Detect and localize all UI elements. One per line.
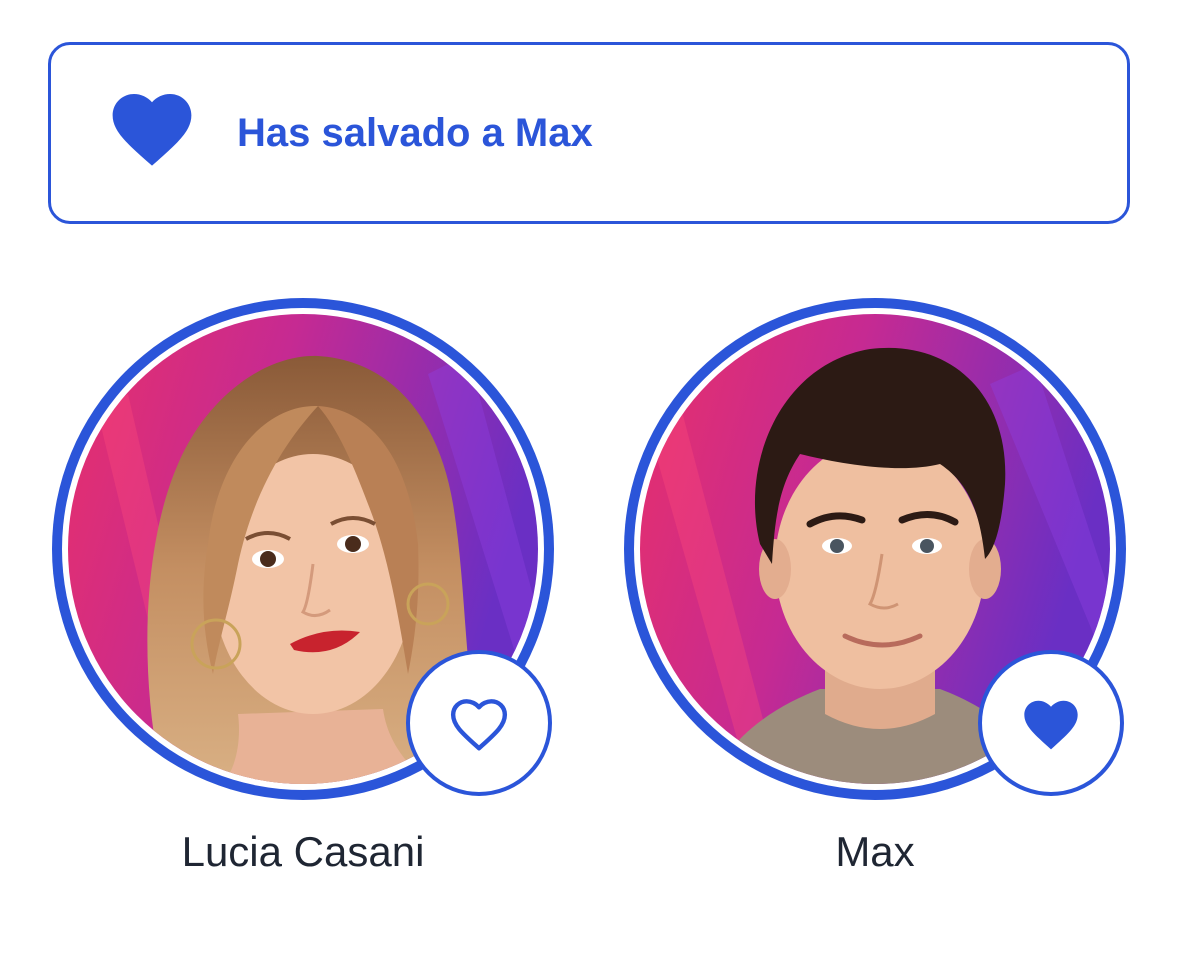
contestant-card-max[interactable]: Max	[620, 296, 1130, 896]
saved-confirmation-banner: Has salvado a Max	[48, 42, 1130, 224]
contestant-name: Max	[835, 828, 915, 875]
heart-filled-icon	[112, 94, 192, 166]
heart-filled-icon	[1024, 700, 1078, 750]
save-vote-button[interactable]	[978, 650, 1124, 796]
save-vote-button[interactable]	[406, 650, 552, 796]
heart-outline-icon	[450, 699, 508, 751]
banner-message: Has salvado a Max	[237, 111, 593, 155]
contestant-card-lucia-casani[interactable]: Lucia Casani	[48, 296, 558, 896]
contestant-name: Lucia Casani	[181, 828, 425, 875]
